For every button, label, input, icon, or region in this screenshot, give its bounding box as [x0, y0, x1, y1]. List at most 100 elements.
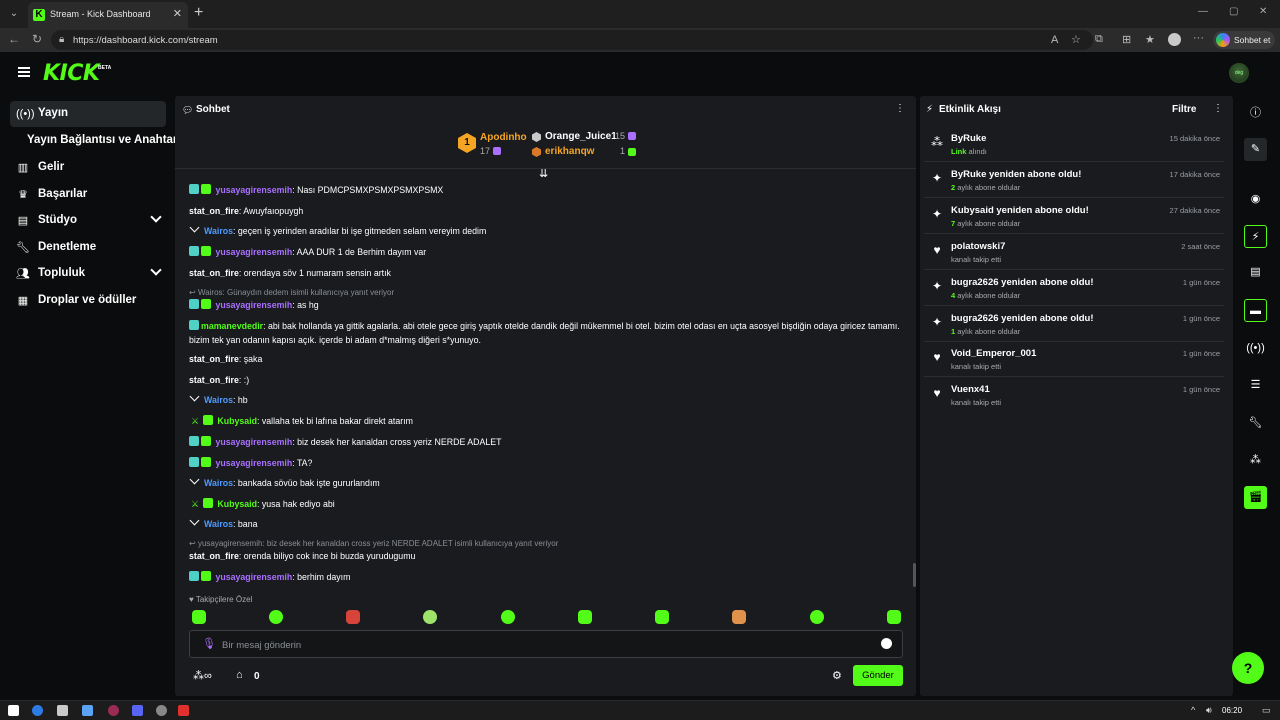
emote-10[interactable] — [887, 610, 901, 624]
chat-message[interactable]: yusayagirensemih: berhim dayım — [189, 570, 901, 584]
store-icon[interactable]: ⌂ — [236, 669, 243, 681]
chat-message[interactable]: stat_on_fire: orenda biliyo cok ince bi … — [189, 549, 901, 563]
filter-button[interactable]: Filtre — [1172, 104, 1196, 115]
points-icon[interactable]: ⁂ — [1244, 449, 1267, 472]
chat-settings-icon[interactable]: ⚙ — [832, 669, 842, 682]
microphone-icon[interactable]: 🎙︎ — [202, 637, 216, 650]
camera-icon[interactable]: ◉ — [1244, 188, 1267, 211]
favorite-star-icon[interactable]: ☆ — [1071, 33, 1081, 46]
emote-6[interactable] — [578, 610, 592, 624]
chat-message[interactable]: Wairos: bankada sövüo bak işte gururland… — [189, 474, 901, 490]
chat-username[interactable]: yusayagirensemih — [215, 185, 292, 195]
chat-username[interactable]: yusayagirensemih — [215, 437, 292, 447]
chat-message[interactable]: yusayagirensemih: as hg — [189, 298, 901, 312]
app-icon[interactable] — [156, 705, 167, 716]
volume-icon[interactable]: 🔊︎ — [1206, 705, 1212, 716]
message-input[interactable] — [222, 637, 822, 653]
chat-username[interactable]: stat_on_fire — [189, 206, 239, 216]
discord-icon[interactable] — [132, 705, 143, 716]
read-aloud-icon[interactable]: A — [1051, 34, 1058, 46]
copilot-button[interactable]: Sohbet et — [1213, 31, 1275, 49]
chat-username[interactable]: stat_on_fire — [189, 354, 239, 364]
chat-message[interactable]: Wairos: bana — [189, 515, 901, 531]
emote-5[interactable] — [501, 610, 515, 624]
close-window-icon[interactable]: ✕ — [1259, 6, 1267, 17]
chat-message[interactable]: yusayagirensemih: TA? — [189, 456, 901, 470]
feed-event[interactable]: ♥ polatowski7 kanalı takip etti 2 saat ö… — [924, 235, 1224, 270]
chat-message[interactable]: stat_on_fire: Awuyfaıopuygh — [189, 204, 901, 218]
sidebar-item-stream-key[interactable]: Yayın Bağlantısı ve Anahtarı — [10, 128, 181, 154]
layout-icon[interactable]: ☰ — [1244, 374, 1267, 397]
reply-context[interactable]: ↩ Wairos: Günaydın dedem isimli kullanıc… — [189, 288, 394, 297]
chat-message[interactable]: stat_on_fire: şaka — [189, 352, 901, 366]
chat-username[interactable]: Kubysaid — [217, 499, 257, 509]
clapper-icon[interactable]: 🎬︎ — [1244, 486, 1267, 509]
message-input-box[interactable]: 🎙︎ — [189, 630, 903, 658]
edit-icon[interactable]: ✎ — [1244, 138, 1267, 161]
chat-message[interactable]: stat_on_fire: orendaya söv 1 numaram sen… — [189, 266, 901, 280]
chat-username[interactable]: Kubysaid — [217, 416, 257, 426]
feed-event[interactable]: ✦ Kubysaid yeniden abone oldu! 7 aylık a… — [924, 199, 1224, 234]
maximize-icon[interactable]: ▢ — [1229, 6, 1238, 17]
reply-context[interactable]: ↩ yusayagirensemih: biz desek her kanald… — [189, 539, 558, 548]
chat-username[interactable]: yusayagirensemih — [215, 458, 292, 468]
back-icon[interactable]: ← — [8, 32, 20, 46]
feed-event[interactable]: ♥ Void_Emperor_001 kanalı takip etti 1 g… — [924, 342, 1224, 377]
chat-username[interactable]: Wairos — [204, 395, 233, 405]
chat-username[interactable]: yusayagirensemih — [215, 247, 292, 257]
top-gifter-second-name[interactable]: Orange_Juice1 — [545, 131, 617, 142]
activity-feed-toggle-icon[interactable]: ⚡︎ — [1244, 225, 1267, 248]
chat-message[interactable]: stat_on_fire: :) — [189, 373, 901, 387]
chat-username[interactable]: stat_on_fire — [189, 551, 239, 561]
favorites-icon[interactable]: ★ — [1145, 33, 1155, 46]
top-gifter-first-name[interactable]: Apodinho — [480, 132, 527, 143]
kick-logo[interactable]: KICK — [43, 61, 100, 86]
feed-event[interactable]: ✦ ByRuke yeniden abone oldu! 2 aylık abo… — [924, 163, 1224, 198]
chat-message[interactable]: yusayagirensemih: biz desek her kanaldan… — [189, 435, 901, 449]
chat-message[interactable]: mamanevdedir: abi bak hollanda ya gittik… — [189, 319, 901, 347]
sidebar-item-drops[interactable]: ▦ Droplar ve ödüller — [10, 288, 166, 314]
feed-event[interactable]: ✦ bugra2626 yeniden abone oldu! 1 aylık … — [924, 307, 1224, 342]
chat-username[interactable]: Wairos — [204, 519, 233, 529]
emote-8[interactable] — [732, 610, 746, 624]
chat-username[interactable]: yusayagirensemih — [215, 572, 292, 582]
chat-message[interactable]: ⚔︎ Kubysaid: vallaha tek bi lafına bakar… — [189, 414, 901, 428]
close-tab-icon[interactable]: ✕ — [173, 7, 182, 20]
sidebar-item-studio[interactable]: ▤ Stüdyo — [10, 208, 166, 234]
chat-username[interactable]: mamanevdedir — [201, 321, 263, 331]
chat-username[interactable]: stat_on_fire — [189, 268, 239, 278]
top-gifter-third-name[interactable]: erikhanqw — [545, 146, 594, 157]
new-tab-icon[interactable]: + — [194, 4, 203, 22]
split-screen-icon[interactable]: ⊞ — [1122, 33, 1131, 46]
chat-message[interactable]: Wairos: geçen iş yerinden aradılar bi iş… — [189, 222, 901, 238]
edge-icon[interactable] — [32, 705, 43, 716]
chat-username[interactable]: Wairos — [204, 226, 233, 236]
notifications-icon[interactable]: ▭ — [1262, 705, 1271, 716]
tab-actions-icon[interactable]: ⌄ — [6, 6, 22, 22]
active-app-icon[interactable] — [178, 705, 189, 716]
wrench-icon[interactable]: 🔧︎ — [1244, 412, 1267, 435]
sidebar-item-moderation[interactable]: 🔧︎ Denetleme — [10, 235, 166, 261]
chat-username[interactable]: stat_on_fire — [189, 375, 239, 385]
feed-event[interactable]: ♥ Vuenx41 kanalı takip etti 1 gün önce — [924, 378, 1224, 413]
emote-7[interactable] — [655, 610, 669, 624]
chat-menu-icon[interactable]: ⋮ — [895, 103, 905, 114]
browser-tab[interactable]: K Stream - Kick Dashboard ✕ — [28, 2, 188, 28]
emote-9[interactable] — [810, 610, 824, 624]
minimize-icon[interactable]: — — [1198, 6, 1208, 17]
profile-avatar[interactable] — [1168, 33, 1181, 46]
tray-chevron-icon[interactable]: ^ — [1191, 705, 1195, 715]
emote-3[interactable] — [346, 610, 360, 624]
extensions-icon[interactable]: ⧉ — [1095, 33, 1103, 46]
app-icon[interactable] — [82, 705, 93, 716]
chat-username[interactable]: Wairos — [204, 478, 233, 488]
feed-event[interactable]: ✦ bugra2626 yeniden abone oldu! 4 aylık … — [924, 271, 1224, 306]
app-icon[interactable] — [108, 705, 119, 716]
url-field[interactable]: 🔒︎ https://dashboard.kick.com/stream A ☆ — [51, 30, 1093, 50]
refresh-icon[interactable]: ↻ — [32, 32, 42, 46]
emote-2[interactable] — [269, 610, 283, 624]
user-avatar[interactable]: deg — [1229, 63, 1249, 83]
start-icon[interactable] — [8, 705, 19, 716]
more-options-icon[interactable]: ··· — [1193, 32, 1204, 44]
chat-message[interactable]: Wairos: hb — [189, 391, 901, 407]
